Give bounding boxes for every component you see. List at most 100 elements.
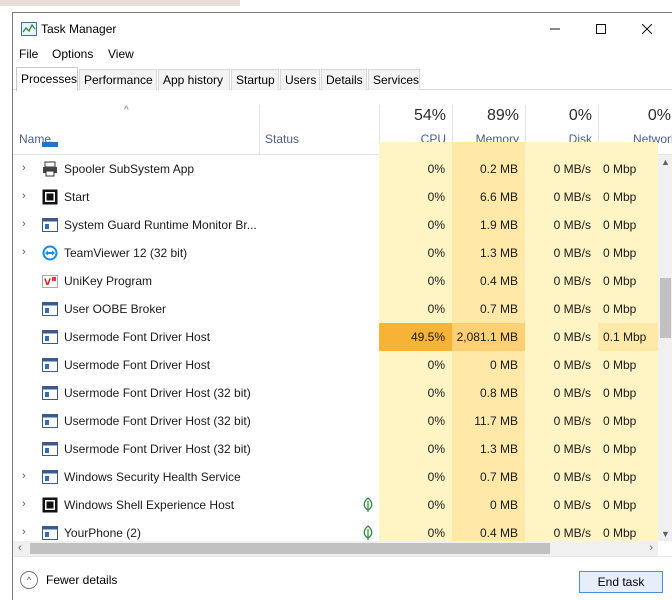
scroll-up-icon[interactable]: ▲ — [661, 157, 670, 167]
memory-cell: 0.4 MB — [452, 519, 525, 541]
cpu-cell: 0% — [379, 463, 452, 491]
fewer-details-link[interactable]: Fewer details — [46, 573, 117, 587]
task-manager-window: Task Manager File Options View Processes… — [12, 12, 672, 600]
table-row[interactable]: V UniKey Program 0% 0.4 MB 0 MB/s 0 Mbp — [13, 267, 658, 295]
tab-performance[interactable]: Performance — [79, 69, 157, 90]
network-cell: 0 Mbp — [598, 211, 658, 239]
leaf-icon — [362, 497, 374, 513]
window-title: Task Manager — [41, 22, 117, 36]
process-list: › Spooler SubSystem App 0% 0.2 MB 0 MB/s 0 Mb… — [13, 142, 658, 541]
network-cell: 0 Mbp — [598, 463, 658, 491]
app-window-icon — [42, 497, 58, 513]
horizontal-scroll-thumb[interactable] — [30, 543, 550, 554]
table-row[interactable]: Usermode Font Driver Host 49.5% 2,081.1 MB… — [13, 323, 658, 351]
expand-chevron-icon[interactable]: › — [22, 218, 32, 232]
scroll-left-icon[interactable]: ‹ — [18, 542, 22, 554]
tab-processes[interactable]: Processes — [16, 67, 78, 91]
disk-cell: 0 MB/s — [525, 519, 598, 541]
network-cell: 0 Mbp — [598, 491, 658, 519]
title-bar[interactable]: Task Manager — [13, 13, 672, 44]
disk-cell: 0 MB/s — [525, 155, 598, 183]
maximize-button[interactable] — [578, 13, 624, 44]
network-cell: 0 Mbp — [598, 183, 658, 211]
horizontal-scrollbar[interactable]: ‹ › — [13, 541, 658, 556]
expand-chevron-icon[interactable]: › — [22, 162, 32, 176]
chevron-up-icon[interactable]: ^ — [20, 571, 38, 589]
memory-cell: 0 MB — [452, 351, 525, 379]
network-cell: 0 Mbp — [598, 239, 658, 267]
network-cell: 0 Mbp — [598, 351, 658, 379]
tab-services[interactable]: Services — [368, 69, 420, 90]
maximize-icon — [596, 23, 606, 34]
disk-total: 0% — [568, 107, 592, 124]
service-window-icon — [42, 441, 58, 457]
disk-cell: 0 MB/s — [525, 183, 598, 211]
scroll-down-icon[interactable]: ▼ — [661, 529, 670, 539]
tab-startup[interactable]: Startup — [231, 69, 279, 90]
end-task-button[interactable]: End task — [579, 571, 663, 593]
disk-cell: 0 MB/s — [525, 463, 598, 491]
table-row[interactable]: › Spooler SubSystem App 0% 0.2 MB 0 MB/s 0 Mb… — [13, 155, 658, 183]
expand-chevron-icon — [22, 442, 32, 456]
menu-bar: File Options View — [13, 44, 672, 66]
memory-cell: 0.7 MB — [452, 295, 525, 323]
printer-icon — [42, 161, 58, 177]
cpu-cell: 0% — [379, 267, 452, 295]
close-button[interactable] — [624, 13, 670, 44]
process-name: System Guard Runtime Monitor Br... — [64, 218, 257, 232]
disk-cell: 0 MB/s — [525, 407, 598, 435]
tab-app-history[interactable]: App history — [158, 69, 230, 90]
memory-cell: 0 MB — [452, 491, 525, 519]
vertical-scroll-thumb[interactable] — [660, 278, 671, 338]
minimize-button[interactable] — [532, 13, 578, 44]
cpu-cell: 0% — [379, 295, 452, 323]
expand-chevron-icon[interactable]: › — [22, 498, 32, 512]
table-row[interactable]: › Windows Shell Experience Host 0% 0 MB 0 MB… — [13, 491, 658, 519]
table-row[interactable]: › Start 0% 6.6 MB 0 MB/s 0 Mbp — [13, 183, 658, 211]
table-row[interactable]: User OOBE Broker 0% 0.7 MB 0 MB/s 0 Mbp — [13, 295, 658, 323]
menu-file[interactable]: File — [19, 47, 38, 61]
process-name: UniKey Program — [64, 274, 153, 288]
tab-details[interactable]: Details — [321, 69, 367, 90]
expand-chevron-icon[interactable]: › — [22, 526, 32, 540]
vertical-scrollbar[interactable]: ▲ ▼ — [658, 155, 672, 541]
menu-view[interactable]: View — [108, 47, 134, 61]
table-row[interactable]: Usermode Font Driver Host (32 bit) 0% 1.3 … — [13, 435, 658, 463]
background-strip — [0, 0, 240, 6]
process-name: User OOBE Broker — [64, 302, 167, 316]
close-icon — [642, 23, 652, 34]
table-row[interactable]: Usermode Font Driver Host (32 bit) 0% 0.8 … — [13, 379, 658, 407]
cpu-cell: 0% — [379, 491, 452, 519]
table-row[interactable]: Usermode Font Driver Host (32 bit) 0% 11.7… — [13, 407, 658, 435]
table-row[interactable]: › YourPhone (2) 0% 0.4 MB 0 MB/s 0 Mbp — [13, 519, 658, 541]
network-cell: 0 Mbp — [598, 379, 658, 407]
expand-chevron-icon — [22, 386, 32, 400]
table-row[interactable]: › Windows Security Health Service 0% 0.7 MB… — [13, 463, 658, 491]
tab-users[interactable]: Users — [280, 69, 320, 90]
scroll-right-icon[interactable]: › — [649, 542, 653, 554]
network-cell: 0.1 Mbp — [598, 323, 658, 351]
service-window-icon — [42, 469, 58, 485]
process-name: Start — [64, 190, 90, 204]
network-cell: 0 Mbp — [598, 155, 658, 183]
sort-up-icon: ^ — [124, 105, 129, 116]
disk-cell: 0 MB/s — [525, 295, 598, 323]
expand-chevron-icon[interactable]: › — [22, 246, 32, 260]
network-cell: 0 Mbp — [598, 519, 658, 541]
cpu-total: 54% — [413, 107, 446, 124]
network-cell: 0 Mbp — [598, 295, 658, 323]
memory-cell: 0.4 MB — [452, 267, 525, 295]
leaf-icon — [362, 525, 374, 541]
table-row[interactable]: Usermode Font Driver Host 0% 0 MB 0 MB/s 0 M… — [13, 351, 658, 379]
expand-chevron-icon[interactable]: › — [22, 470, 32, 484]
table-row-partial[interactable] — [13, 142, 658, 155]
menu-options[interactable]: Options — [52, 47, 93, 61]
table-row[interactable]: › System Guard Runtime Monitor Br... 0% 1.9… — [13, 211, 658, 239]
table-row[interactable]: › TeamViewer 12 (32 bit) 0% 1.3 MB 0 MB/s 0 M… — [13, 239, 658, 267]
expand-chevron-icon[interactable]: › — [22, 190, 32, 204]
cpu-cell: 0% — [379, 211, 452, 239]
cpu-cell: 0% — [379, 407, 452, 435]
cpu-cell: 0% — [379, 435, 452, 463]
expand-chevron-icon — [22, 302, 32, 316]
task-manager-icon — [21, 22, 37, 36]
